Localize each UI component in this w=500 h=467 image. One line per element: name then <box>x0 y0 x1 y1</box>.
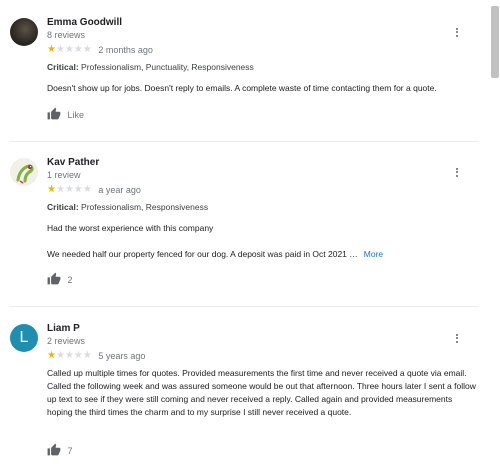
star-icon: ★ <box>82 184 92 196</box>
star-icon: ★ <box>47 350 56 362</box>
like-button[interactable]: Like <box>47 107 84 121</box>
avatar[interactable] <box>10 18 38 46</box>
like-button[interactable]: 7 <box>47 443 73 457</box>
review-time: a year ago <box>98 184 141 195</box>
reviewer-name[interactable]: Emma Goodwill <box>47 17 122 28</box>
critical-label: Critical: <box>47 62 79 72</box>
scrollbar-thumb[interactable] <box>491 6 499 78</box>
star-icon: ★ <box>64 184 74 196</box>
more-link[interactable]: More <box>364 249 383 259</box>
star-rating: ★★★★★ <box>47 184 92 195</box>
thumbs-up-icon <box>47 107 61 122</box>
like-label: Like <box>67 109 85 120</box>
star-icon: ★ <box>55 184 65 196</box>
review-count: 1 review <box>47 170 81 180</box>
avatar[interactable] <box>10 158 38 186</box>
more-vert-icon[interactable] <box>454 166 460 180</box>
review-count: 8 reviews <box>47 30 86 40</box>
review-time: 5 years ago <box>98 350 146 361</box>
thumbs-up-icon <box>47 443 61 458</box>
rating-row: ★★★★★ 2 months ago <box>47 44 153 56</box>
critical-label: Critical: <box>47 202 79 212</box>
review-count: 2 reviews <box>47 336 86 346</box>
critical-tags: Critical: Professionalism, Responsivenes… <box>47 202 208 212</box>
review-text: We needed half our property fenced for o… <box>47 248 479 261</box>
star-icon: ★ <box>82 350 92 362</box>
thumbs-up-icon <box>47 272 61 287</box>
star-icon: ★ <box>73 44 83 56</box>
review-text-line: We needed half our property fenced for o… <box>47 249 358 259</box>
star-icon: ★ <box>82 44 92 56</box>
star-icon: ★ <box>55 44 65 56</box>
review-card: Kav Pather 1 review ★★★★★ a year ago Cri… <box>10 152 478 292</box>
critical-tags: Critical: Professionalism, Punctuality, … <box>47 62 254 72</box>
avatar[interactable]: L <box>10 324 38 352</box>
rating-row: ★★★★★ 5 years ago <box>47 350 145 362</box>
reviewer-name[interactable]: Liam P <box>47 323 80 334</box>
review-text: Called up multiple times for quotes. Pro… <box>47 368 476 417</box>
like-count: 7 <box>67 445 73 456</box>
star-icon: ★ <box>55 350 65 362</box>
review-text: Had the worst experience with this compa… <box>47 223 214 233</box>
star-icon: ★ <box>73 184 83 196</box>
star-icon: ★ <box>64 350 74 362</box>
star-icon: ★ <box>47 44 56 56</box>
star-icon: ★ <box>64 44 74 56</box>
reviewer-name[interactable]: Kav Pather <box>47 157 99 168</box>
critical-items: Professionalism, Responsiveness <box>81 202 209 212</box>
star-rating: ★★★★★ <box>47 350 92 361</box>
star-icon: ★ <box>47 184 56 196</box>
scrollbar-track[interactable] <box>490 0 500 467</box>
review-text: Doesn't show up for jobs. Doesn't reply … <box>47 83 437 93</box>
rating-row: ★★★★★ a year ago <box>47 184 141 196</box>
more-vert-icon[interactable] <box>454 332 460 346</box>
review-card: L Liam P 2 reviews ★★★★★ 5 years ago Cal… <box>10 318 478 467</box>
like-count: 2 <box>67 274 73 285</box>
more-vert-icon[interactable] <box>454 26 460 40</box>
star-rating: ★★★★★ <box>47 44 92 55</box>
review-time: 2 months ago <box>98 44 153 55</box>
divider <box>10 306 478 307</box>
star-icon: ★ <box>73 350 83 362</box>
divider <box>10 141 478 142</box>
like-button[interactable]: 2 <box>47 272 73 286</box>
critical-items: Professionalism, Punctuality, Responsive… <box>81 62 254 72</box>
review-card: Emma Goodwill 8 reviews ★★★★★ 2 months a… <box>10 12 478 132</box>
